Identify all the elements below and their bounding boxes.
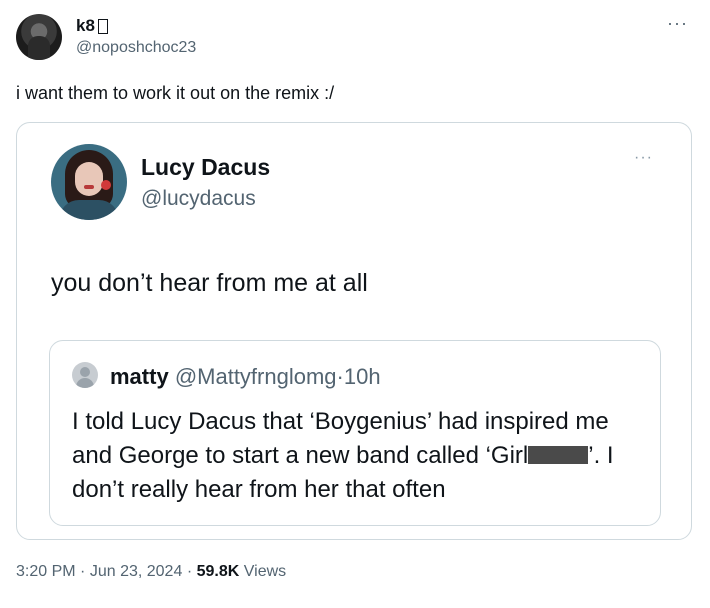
quoted-author-handle[interactable]: @lucydacus bbox=[141, 187, 256, 211]
nested-author-line: matty @Mattyfrnglomg·10h bbox=[110, 364, 381, 390]
tweet-date[interactable]: Jun 23, 2024 bbox=[90, 563, 183, 580]
views-label: Views bbox=[243, 563, 287, 580]
nested-separator: · bbox=[336, 364, 344, 389]
more-options-icon[interactable]: ··· bbox=[667, 14, 688, 32]
missing-glyph-icon bbox=[97, 18, 108, 34]
default-avatar-icon[interactable] bbox=[72, 362, 98, 388]
quoted-tweet-text: you don’t hear from me at all bbox=[51, 269, 368, 297]
quoted-author-avatar[interactable] bbox=[51, 144, 127, 220]
avatar-body bbox=[76, 378, 94, 388]
avatar-flower bbox=[101, 180, 111, 190]
author-name-row[interactable]: k8 bbox=[76, 16, 108, 36]
meta-separator: · bbox=[80, 563, 86, 580]
author-name[interactable]: k8 bbox=[76, 16, 95, 36]
nested-author-handle[interactable]: @Mattyfrnglomg bbox=[175, 364, 337, 389]
avatar-shirt bbox=[59, 200, 119, 220]
quoted-author-name[interactable]: Lucy Dacus bbox=[141, 154, 270, 181]
avatar-figure bbox=[28, 36, 50, 60]
author-handle[interactable]: @noposhchoc23 bbox=[76, 39, 196, 57]
meta-separator: · bbox=[186, 563, 193, 580]
quoted-tweet[interactable]: Lucy Dacus @lucydacus ··· you don’t hear… bbox=[16, 122, 692, 540]
nested-timestamp[interactable]: 10h bbox=[344, 364, 381, 389]
quoted-more-options-icon[interactable]: ··· bbox=[634, 150, 653, 166]
avatar-head bbox=[80, 367, 90, 377]
tweet: k8 @noposhchoc23 ··· i want them to work… bbox=[0, 0, 710, 608]
avatar-face bbox=[75, 162, 103, 196]
nested-tweet-text: I told Lucy Dacus that ‘Boygenius’ had i… bbox=[72, 405, 652, 507]
redaction-bar bbox=[528, 446, 589, 464]
avatar-lips bbox=[84, 185, 94, 189]
author-avatar[interactable] bbox=[16, 14, 62, 60]
nested-author-name[interactable]: matty bbox=[110, 364, 169, 389]
nested-quoted-tweet[interactable]: matty @Mattyfrnglomg·10h I told Lucy Dac… bbox=[49, 340, 661, 526]
tweet-meta: 3:20 PM · Jun 23, 2024 · 59.8K Views bbox=[16, 563, 286, 581]
tweet-header: k8 @noposhchoc23 ··· bbox=[16, 12, 696, 62]
views-count[interactable]: 59.8K bbox=[197, 563, 240, 580]
tweet-time[interactable]: 3:20 PM bbox=[16, 563, 76, 580]
tweet-text: i want them to work it out on the remix … bbox=[16, 83, 335, 103]
